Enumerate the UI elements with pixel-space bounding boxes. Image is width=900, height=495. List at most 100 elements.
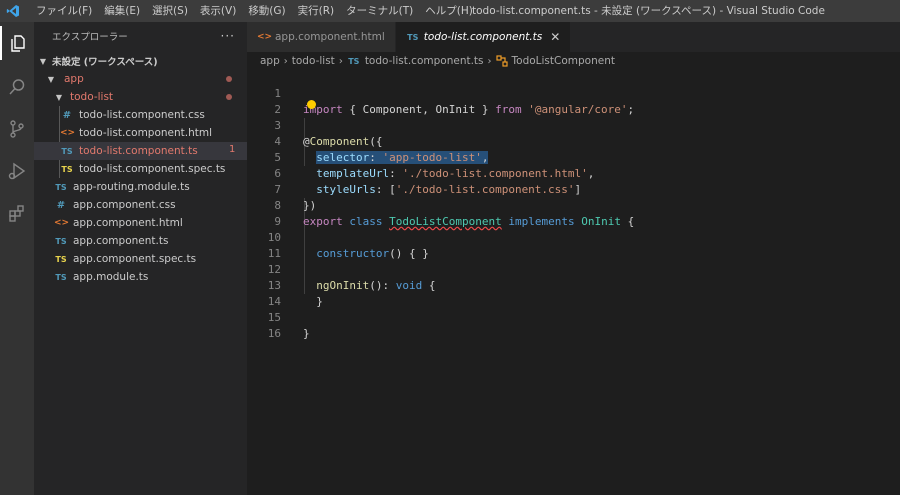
list-item[interactable]: TS app.component.ts	[34, 232, 247, 250]
problem-count-badge: 1	[229, 144, 236, 155]
code-editor[interactable]: 1 import { Component, OnInit } from '@an…	[247, 70, 900, 495]
ts-spec-file-icon: TS	[55, 254, 67, 264]
html-file-icon: <>	[60, 128, 76, 138]
more-actions-icon[interactable]: ···	[221, 29, 235, 43]
breadcrumb-item[interactable]: todo-list.component.ts	[365, 55, 484, 67]
code-line: 1 import { Component, OnInit } from '@an…	[247, 70, 900, 116]
chevron-down-icon: ▼	[39, 56, 47, 66]
lightbulb-icon[interactable]	[307, 100, 316, 109]
line-number: 16	[267, 327, 281, 340]
code-line: 3 @Component({	[247, 102, 900, 148]
file-label: app.component.css	[73, 199, 176, 211]
file-label: todo-list.component.ts	[79, 145, 198, 157]
ts-file-icon: TS	[55, 182, 67, 192]
menu-file[interactable]: ファイル(F)	[30, 0, 98, 22]
menu-help[interactable]: ヘルプ(H)	[419, 0, 479, 22]
code-line: 2	[247, 86, 900, 116]
list-item[interactable]: TS app.module.ts	[34, 268, 247, 286]
file-label: todo-list.component.html	[79, 127, 213, 139]
list-item[interactable]: <> todo-list.component.html	[34, 124, 247, 142]
sidebar-header: エクスプローラー ···	[34, 22, 247, 50]
html-file-icon: <>	[257, 32, 273, 42]
code-line: 15 }	[247, 294, 900, 340]
modified-dot-icon	[226, 76, 232, 82]
css-file-icon: #	[62, 109, 72, 121]
workspace-row[interactable]: ▼ 未設定 (ワークスペース)	[34, 52, 247, 70]
list-item-selected[interactable]: TS todo-list.component.ts 1	[34, 142, 247, 160]
file-label: app.component.spec.ts	[73, 253, 197, 265]
ts-file-icon: TS	[61, 146, 73, 156]
menu-bar: ファイル(F) 編集(E) 選択(S) 表示(V) 移動(G) 実行(R) ター…	[30, 0, 479, 22]
code-line: 12 ngOnInit(): void {	[247, 246, 900, 292]
menu-selection[interactable]: 選択(S)	[146, 0, 194, 22]
file-label: app-routing.module.ts	[73, 181, 190, 193]
chevron-right-icon: ›	[283, 55, 288, 67]
file-label: todo-list.component.css	[79, 109, 205, 121]
menu-terminal[interactable]: ターミナル(T)	[340, 0, 419, 22]
chevron-down-icon: ▼	[47, 74, 55, 84]
ts-spec-file-icon: TS	[61, 164, 73, 174]
code-line: 7 })	[247, 166, 900, 212]
code-line: 14	[247, 278, 900, 308]
list-item[interactable]: # todo-list.component.css	[34, 106, 247, 124]
html-file-icon: <>	[54, 218, 70, 228]
code-line: 8 export class TodoListComponent impleme…	[247, 182, 900, 228]
activity-bar	[0, 22, 34, 495]
code-line: 11	[247, 230, 900, 260]
code-line: 6 styleUrls: ['./todo-list.component.css…	[247, 150, 900, 196]
run-debug-icon[interactable]	[0, 154, 34, 188]
css-file-icon: #	[56, 199, 66, 211]
list-item[interactable]: TS app.component.spec.ts	[34, 250, 247, 268]
breadcrumb-item[interactable]: TodoListComponent	[512, 55, 615, 67]
window-title: todo-list.component.ts - 未設定 (ワークスペース) -…	[472, 5, 825, 17]
folder-app-row[interactable]: ▼ app	[34, 70, 247, 88]
breadcrumb-item[interactable]: app	[260, 55, 280, 67]
extensions-icon[interactable]	[0, 196, 34, 230]
explorer-sidebar: エクスプローラー ··· ▼ 未設定 (ワークスペース) ▼ app ▼ tod…	[34, 22, 247, 495]
list-item[interactable]: TS todo-list.component.spec.ts	[34, 160, 247, 178]
modified-dot-icon	[226, 94, 232, 100]
folder-todo-list-row[interactable]: ▼ todo-list	[34, 88, 247, 106]
chevron-right-icon: ›	[338, 55, 343, 67]
chevron-down-icon: ▼	[55, 92, 63, 102]
code-line: 9	[247, 198, 900, 228]
explorer-icon[interactable]	[0, 26, 34, 60]
tab-label: todo-list.component.ts	[423, 31, 543, 43]
editor-tab-bar: <> app.component.html TS todo-list.compo…	[247, 22, 900, 52]
menu-go[interactable]: 移動(G)	[242, 0, 291, 22]
menu-edit[interactable]: 編集(E)	[98, 0, 146, 22]
file-label: app.component.ts	[73, 235, 169, 247]
ts-file-icon: TS	[407, 32, 419, 42]
ts-file-icon: TS	[55, 236, 67, 246]
tab-todo-list-component-ts[interactable]: TS todo-list.component.ts ✕	[395, 22, 572, 52]
code-line: 5 templateUrl: './todo-list.component.ht…	[247, 134, 900, 180]
ts-file-icon: TS	[348, 56, 360, 66]
breadcrumb: app › todo-list › TS todo-list.component…	[247, 52, 900, 70]
workspace-label: 未設定 (ワークスペース)	[52, 57, 158, 68]
close-icon[interactable]: ✕	[550, 30, 560, 44]
breadcrumb-item[interactable]: todo-list	[292, 55, 335, 67]
tab-label: app.component.html	[275, 31, 385, 43]
list-item[interactable]: # app.component.css	[34, 196, 247, 214]
code-line: 13 }	[247, 262, 900, 308]
class-symbol-icon	[495, 55, 508, 67]
file-label: todo-list.component.spec.ts	[79, 163, 226, 175]
folder-app-label: app	[64, 73, 84, 85]
title-bar: ファイル(F) 編集(E) 選択(S) 表示(V) 移動(G) 実行(R) ター…	[0, 0, 900, 22]
vscode-logo-icon	[2, 0, 24, 22]
tab-app-component-html[interactable]: <> app.component.html	[247, 22, 396, 52]
code-line: 4 selector: 'app-todo-list',	[247, 118, 900, 164]
source-control-icon[interactable]	[0, 112, 34, 146]
code-line: 10 constructor() { }	[247, 214, 900, 260]
code-line: 16	[247, 310, 900, 340]
list-item[interactable]: <> app.component.html	[34, 214, 247, 232]
sidebar-title: エクスプローラー	[52, 32, 128, 43]
menu-view[interactable]: 表示(V)	[194, 0, 242, 22]
list-item[interactable]: TS app-routing.module.ts	[34, 178, 247, 196]
menu-run[interactable]: 実行(R)	[292, 0, 341, 22]
file-label: app.component.html	[73, 217, 183, 229]
search-icon[interactable]	[0, 70, 34, 104]
chevron-right-icon: ›	[487, 55, 492, 67]
folder-todo-list-label: todo-list	[70, 91, 114, 103]
ts-file-icon: TS	[55, 272, 67, 282]
